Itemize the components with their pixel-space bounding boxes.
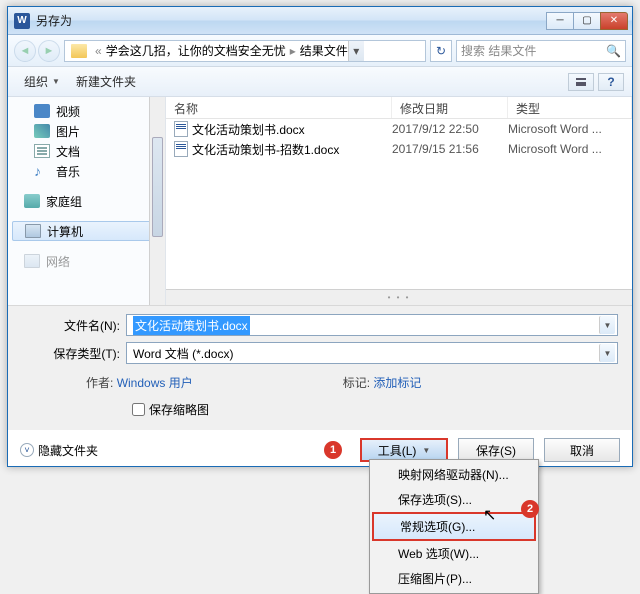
chevron-down-icon[interactable]: ▼ — [599, 344, 615, 362]
chevron-right-icon: ▸ — [286, 44, 300, 58]
search-icon: 🔍 — [606, 44, 621, 58]
docx-icon — [174, 141, 188, 157]
titlebar[interactable]: W 另存为 ─ ▢ ✕ — [8, 7, 632, 35]
menu-item-general-options[interactable]: 常规选项(G)... — [372, 512, 536, 541]
sidebar-item-homegroup[interactable]: 家庭组 — [8, 191, 165, 211]
col-name[interactable]: 名称 — [166, 97, 392, 118]
computer-icon — [25, 224, 41, 238]
file-h-scrollbar[interactable]: • • • — [166, 289, 632, 305]
filetype-value: Word 文档 (*.docx) — [133, 345, 233, 362]
new-folder-button[interactable]: 新建文件夹 — [68, 71, 144, 92]
filename-input[interactable]: 文化活动策划书.docx ▼ — [126, 314, 618, 336]
breadcrumb-segment[interactable]: 学会这几招，让你的文档安全无忧 — [106, 42, 286, 59]
tools-dropdown-menu: 映射网络驱动器(N)... 保存选项(S)... 常规选项(G)... Web … — [369, 459, 539, 594]
organize-menu[interactable]: 组织▼ — [16, 71, 68, 92]
network-icon — [24, 254, 40, 268]
author-value[interactable]: Windows 用户 — [117, 376, 193, 390]
forward-button[interactable]: ► — [38, 40, 60, 62]
cancel-button[interactable]: 取消 — [544, 438, 620, 462]
tag-value[interactable]: 添加标记 — [373, 376, 421, 390]
chevron-down-icon[interactable]: ▼ — [599, 316, 615, 334]
sidebar-item-network[interactable]: 网络 — [8, 251, 165, 271]
breadcrumb[interactable]: « 学会这几招，让你的文档安全无忧 ▸ 结果文件 ▾ — [64, 40, 426, 62]
sidebar-item-doc[interactable]: 文档 — [8, 141, 165, 161]
filetype-select[interactable]: Word 文档 (*.docx) ▼ — [126, 342, 618, 364]
close-button[interactable]: ✕ — [600, 12, 628, 30]
breadcrumb-dropdown[interactable]: ▾ — [348, 41, 364, 61]
sidebar: 视频 图片 文档 ♪音乐 家庭组 计算机 网络 — [8, 97, 166, 305]
menu-item-compress-pic[interactable]: 压缩图片(P)... — [372, 566, 536, 591]
picture-icon — [34, 124, 50, 138]
back-button[interactable]: ◄ — [14, 40, 36, 62]
sidebar-item-computer[interactable]: 计算机 — [12, 221, 161, 241]
maximize-button[interactable]: ▢ — [573, 12, 601, 30]
refresh-button[interactable]: ↻ — [430, 40, 452, 62]
toolbar: 组织▼ 新建文件夹 ? — [8, 67, 632, 97]
folder-icon — [71, 44, 87, 58]
chevron-right-icon: « — [91, 44, 106, 58]
tag-label: 标记: — [343, 376, 370, 390]
sidebar-item-music[interactable]: ♪音乐 — [8, 161, 165, 181]
hide-folders-toggle[interactable]: ˅ 隐藏文件夹 — [20, 442, 98, 459]
breadcrumb-segment[interactable]: 结果文件 — [300, 42, 348, 59]
view-button[interactable] — [568, 73, 594, 91]
sidebar-item-video[interactable]: 视频 — [8, 101, 165, 121]
thumbnail-label: 保存缩略图 — [149, 401, 209, 418]
expand-icon: ˅ — [20, 443, 34, 457]
sidebar-item-picture[interactable]: 图片 — [8, 121, 165, 141]
annotation-badge-1: 1 — [324, 441, 342, 459]
filename-label: 文件名(N): — [22, 317, 126, 334]
search-placeholder: 搜索 结果文件 — [461, 42, 536, 59]
video-icon — [34, 104, 50, 118]
column-headers[interactable]: 名称 修改日期 类型 — [166, 97, 632, 119]
menu-item-map-drive[interactable]: 映射网络驱动器(N)... — [372, 462, 536, 487]
save-as-dialog: W 另存为 ─ ▢ ✕ ◄ ► « 学会这几招，让你的文档安全无忧 ▸ 结果文件… — [7, 6, 633, 467]
minimize-button[interactable]: ─ — [546, 12, 574, 30]
search-input[interactable]: 搜索 结果文件 🔍 — [456, 40, 626, 62]
doc-icon — [34, 144, 50, 158]
music-icon: ♪ — [34, 164, 50, 178]
homegroup-icon — [24, 194, 40, 208]
author-label: 作者: — [86, 376, 113, 390]
help-button[interactable]: ? — [598, 73, 624, 91]
file-row[interactable]: 文化活动策划书.docx 2017/9/12 22:50 Microsoft W… — [166, 119, 632, 139]
menu-item-web-options[interactable]: Web 选项(W)... — [372, 541, 536, 566]
col-date[interactable]: 修改日期 — [392, 97, 508, 118]
word-icon: W — [14, 13, 30, 29]
file-list: 名称 修改日期 类型 文化活动策划书.docx 2017/9/12 22:50 … — [166, 97, 632, 305]
form-area: 文件名(N): 文化活动策划书.docx ▼ 保存类型(T): Word 文档 … — [8, 305, 632, 430]
window-title: 另存为 — [36, 12, 547, 29]
filetype-label: 保存类型(T): — [22, 345, 126, 362]
cursor-icon: ↖ — [483, 505, 496, 525]
docx-icon — [174, 121, 188, 137]
annotation-badge-2: 2 — [521, 500, 539, 518]
sidebar-scrollbar[interactable] — [149, 97, 165, 305]
filename-value: 文化活动策划书.docx — [133, 316, 250, 335]
menu-item-save-options[interactable]: 保存选项(S)... — [372, 487, 536, 512]
col-type[interactable]: 类型 — [508, 97, 632, 118]
file-row[interactable]: 文化活动策划书-招数1.docx 2017/9/15 21:56 Microso… — [166, 139, 632, 159]
thumbnail-checkbox[interactable] — [132, 403, 145, 416]
nav-row: ◄ ► « 学会这几招，让你的文档安全无忧 ▸ 结果文件 ▾ ↻ 搜索 结果文件… — [8, 35, 632, 67]
